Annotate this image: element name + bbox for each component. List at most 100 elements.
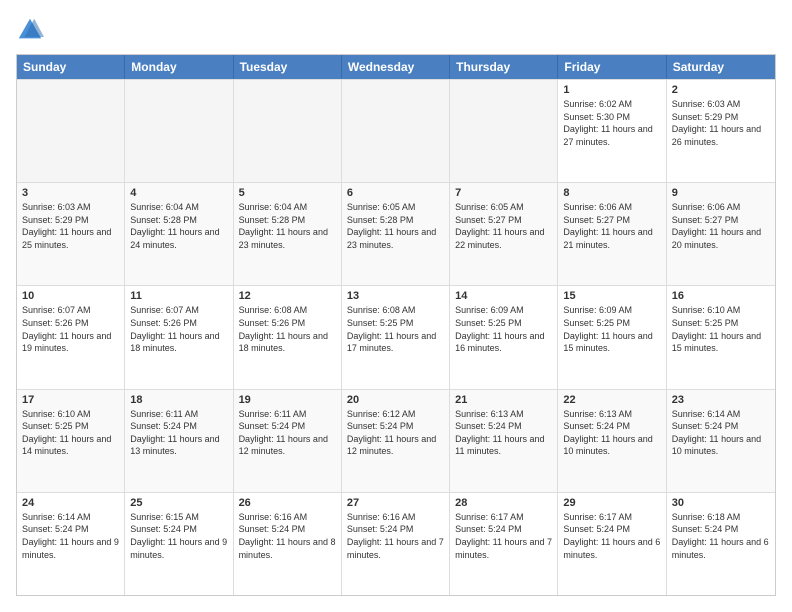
calendar: SundayMondayTuesdayWednesdayThursdayFrid…	[16, 54, 776, 596]
day-info: Sunrise: 6:07 AMSunset: 5:26 PMDaylight:…	[22, 304, 119, 354]
calendar-header: SundayMondayTuesdayWednesdayThursdayFrid…	[17, 55, 775, 79]
day-number: 22	[563, 394, 660, 406]
day-info: Sunrise: 6:09 AMSunset: 5:25 PMDaylight:…	[455, 304, 552, 354]
day-info: Sunrise: 6:17 AMSunset: 5:24 PMDaylight:…	[455, 511, 552, 561]
header	[16, 16, 776, 44]
day-cell-30: 30 Sunrise: 6:18 AMSunset: 5:24 PMDayligh…	[667, 493, 775, 595]
header-day-monday: Monday	[125, 55, 233, 79]
day-cell-1: 1 Sunrise: 6:02 AMSunset: 5:30 PMDaylight…	[558, 80, 666, 182]
day-info: Sunrise: 6:12 AMSunset: 5:24 PMDaylight:…	[347, 408, 444, 458]
day-number: 20	[347, 394, 444, 406]
empty-cell	[17, 80, 125, 182]
day-info: Sunrise: 6:02 AMSunset: 5:30 PMDaylight:…	[563, 98, 660, 148]
day-number: 18	[130, 394, 227, 406]
day-cell-10: 10 Sunrise: 6:07 AMSunset: 5:26 PMDayligh…	[17, 286, 125, 388]
day-number: 13	[347, 290, 444, 302]
day-number: 19	[239, 394, 336, 406]
calendar-row-1: 3 Sunrise: 6:03 AMSunset: 5:29 PMDaylight…	[17, 182, 775, 285]
day-cell-8: 8 Sunrise: 6:06 AMSunset: 5:27 PMDaylight…	[558, 183, 666, 285]
day-number: 26	[239, 497, 336, 509]
day-number: 14	[455, 290, 552, 302]
day-number: 25	[130, 497, 227, 509]
day-info: Sunrise: 6:10 AMSunset: 5:25 PMDaylight:…	[22, 408, 119, 458]
day-cell-21: 21 Sunrise: 6:13 AMSunset: 5:24 PMDayligh…	[450, 390, 558, 492]
day-cell-11: 11Sunrise: 6:07 AMSunset: 5:26 PMDayligh…	[125, 286, 233, 388]
day-info: Sunrise: 6:15 AMSunset: 5:24 PMDaylight:…	[130, 511, 227, 561]
header-day-sunday: Sunday	[17, 55, 125, 79]
day-cell-18: 18 Sunrise: 6:11 AMSunset: 5:24 PMDayligh…	[125, 390, 233, 492]
day-number: 29	[563, 497, 660, 509]
day-number: 23	[672, 394, 770, 406]
empty-cell	[450, 80, 558, 182]
day-number: 6	[347, 187, 444, 199]
day-cell-24: 24 Sunrise: 6:14 AMSunset: 5:24 PMDayligh…	[17, 493, 125, 595]
day-number: 4	[130, 187, 227, 199]
header-day-saturday: Saturday	[667, 55, 775, 79]
day-info: Sunrise: 6:11 AMSunset: 5:24 PMDaylight:…	[239, 408, 336, 458]
day-cell-12: 12Sunrise: 6:08 AMSunset: 5:26 PMDayligh…	[234, 286, 342, 388]
day-number: 30	[672, 497, 770, 509]
day-info: Sunrise: 6:09 AMSunset: 5:25 PMDaylight:…	[563, 304, 660, 354]
calendar-row-3: 17 Sunrise: 6:10 AMSunset: 5:25 PMDayligh…	[17, 389, 775, 492]
logo-icon	[16, 16, 44, 44]
day-info: Sunrise: 6:04 AMSunset: 5:28 PMDaylight:…	[130, 201, 227, 251]
day-cell-7: 7 Sunrise: 6:05 AMSunset: 5:27 PMDaylight…	[450, 183, 558, 285]
day-cell-29: 29Sunrise: 6:17 AMSunset: 5:24 PMDayligh…	[558, 493, 666, 595]
day-info: Sunrise: 6:14 AMSunset: 5:24 PMDaylight:…	[22, 511, 119, 561]
calendar-row-4: 24 Sunrise: 6:14 AMSunset: 5:24 PMDayligh…	[17, 492, 775, 595]
day-cell-26: 26 Sunrise: 6:16 AMSunset: 5:24 PMDayligh…	[234, 493, 342, 595]
day-info: Sunrise: 6:16 AMSunset: 5:24 PMDaylight:…	[347, 511, 444, 561]
day-info: Sunrise: 6:16 AMSunset: 5:24 PMDaylight:…	[239, 511, 336, 561]
day-cell-3: 3 Sunrise: 6:03 AMSunset: 5:29 PMDaylight…	[17, 183, 125, 285]
day-cell-28: 28 Sunrise: 6:17 AMSunset: 5:24 PMDayligh…	[450, 493, 558, 595]
day-info: Sunrise: 6:06 AMSunset: 5:27 PMDaylight:…	[563, 201, 660, 251]
header-day-wednesday: Wednesday	[342, 55, 450, 79]
day-number: 3	[22, 187, 119, 199]
page: SundayMondayTuesdayWednesdayThursdayFrid…	[0, 0, 792, 612]
day-cell-27: 27 Sunrise: 6:16 AMSunset: 5:24 PMDayligh…	[342, 493, 450, 595]
day-cell-15: 15 Sunrise: 6:09 AMSunset: 5:25 PMDayligh…	[558, 286, 666, 388]
calendar-body: 1 Sunrise: 6:02 AMSunset: 5:30 PMDaylight…	[17, 79, 775, 595]
day-number: 15	[563, 290, 660, 302]
day-number: 1	[563, 84, 660, 96]
header-day-thursday: Thursday	[450, 55, 558, 79]
logo	[16, 16, 48, 44]
day-info: Sunrise: 6:05 AMSunset: 5:28 PMDaylight:…	[347, 201, 444, 251]
day-info: Sunrise: 6:05 AMSunset: 5:27 PMDaylight:…	[455, 201, 552, 251]
day-number: 12	[239, 290, 336, 302]
day-info: Sunrise: 6:08 AMSunset: 5:25 PMDaylight:…	[347, 304, 444, 354]
day-info: Sunrise: 6:03 AMSunset: 5:29 PMDaylight:…	[22, 201, 119, 251]
day-info: Sunrise: 6:03 AMSunset: 5:29 PMDaylight:…	[672, 98, 770, 148]
day-number: 24	[22, 497, 119, 509]
day-cell-4: 4 Sunrise: 6:04 AMSunset: 5:28 PMDaylight…	[125, 183, 233, 285]
day-number: 10	[22, 290, 119, 302]
day-number: 21	[455, 394, 552, 406]
day-cell-9: 9Sunrise: 6:06 AMSunset: 5:27 PMDaylight…	[667, 183, 775, 285]
day-cell-22: 22Sunrise: 6:13 AMSunset: 5:24 PMDayligh…	[558, 390, 666, 492]
day-info: Sunrise: 6:11 AMSunset: 5:24 PMDaylight:…	[130, 408, 227, 458]
day-cell-2: 2Sunrise: 6:03 AMSunset: 5:29 PMDaylight…	[667, 80, 775, 182]
day-number: 27	[347, 497, 444, 509]
day-cell-19: 19 Sunrise: 6:11 AMSunset: 5:24 PMDayligh…	[234, 390, 342, 492]
day-number: 7	[455, 187, 552, 199]
day-info: Sunrise: 6:14 AMSunset: 5:24 PMDaylight:…	[672, 408, 770, 458]
day-number: 17	[22, 394, 119, 406]
day-number: 5	[239, 187, 336, 199]
day-cell-25: 25 Sunrise: 6:15 AMSunset: 5:24 PMDayligh…	[125, 493, 233, 595]
day-info: Sunrise: 6:07 AMSunset: 5:26 PMDaylight:…	[130, 304, 227, 354]
empty-cell	[342, 80, 450, 182]
day-cell-13: 13 Sunrise: 6:08 AMSunset: 5:25 PMDayligh…	[342, 286, 450, 388]
calendar-row-0: 1 Sunrise: 6:02 AMSunset: 5:30 PMDaylight…	[17, 79, 775, 182]
empty-cell	[125, 80, 233, 182]
day-number: 16	[672, 290, 770, 302]
day-number: 8	[563, 187, 660, 199]
calendar-row-2: 10 Sunrise: 6:07 AMSunset: 5:26 PMDayligh…	[17, 285, 775, 388]
day-number: 28	[455, 497, 552, 509]
day-cell-14: 14 Sunrise: 6:09 AMSunset: 5:25 PMDayligh…	[450, 286, 558, 388]
header-day-tuesday: Tuesday	[234, 55, 342, 79]
day-info: Sunrise: 6:18 AMSunset: 5:24 PMDaylight:…	[672, 511, 770, 561]
day-number: 9	[672, 187, 770, 199]
header-day-friday: Friday	[558, 55, 666, 79]
day-info: Sunrise: 6:13 AMSunset: 5:24 PMDaylight:…	[455, 408, 552, 458]
empty-cell	[234, 80, 342, 182]
